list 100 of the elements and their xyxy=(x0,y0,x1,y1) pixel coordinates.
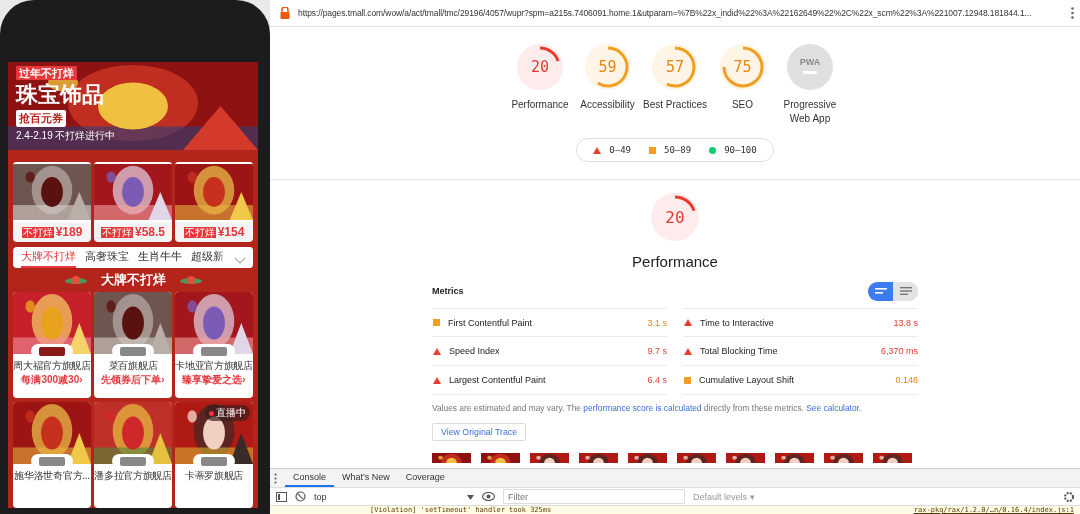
store-name: 施华洛世奇官方... xyxy=(14,469,90,483)
score-arc xyxy=(539,46,560,62)
settings-icon[interactable] xyxy=(1064,491,1074,502)
metric-name: Speed Index xyxy=(449,346,501,356)
coupon-label[interactable]: 抢百元券 xyxy=(16,110,66,127)
score-value: 20 xyxy=(665,207,685,227)
lines-icon xyxy=(874,288,887,294)
store-card[interactable]: 施华洛世奇官方... xyxy=(13,402,91,508)
price-tag: 不打烊 xyxy=(101,226,133,238)
triangle-icon xyxy=(684,347,692,355)
eye-icon[interactable] xyxy=(482,492,495,501)
context-select[interactable]: top xyxy=(314,491,474,502)
banner-tag: 过年不打烊 xyxy=(16,66,77,80)
lines-icon xyxy=(899,287,912,295)
metric-value: 6.4 s xyxy=(647,375,667,385)
store-card[interactable]: 潘多拉官方旗舰店 xyxy=(94,402,172,508)
metric-value: 3.1 s xyxy=(647,317,667,328)
square-icon xyxy=(684,376,691,384)
score-value: 75 xyxy=(733,58,752,76)
triangle-icon xyxy=(433,376,441,384)
brand-logo-icon xyxy=(39,456,65,466)
score-value: 20 xyxy=(530,58,550,76)
metric-name: First Contentful Paint xyxy=(448,317,534,328)
score-arc xyxy=(666,46,696,88)
metrics-note: Values are estimated and may vary. The performance score is calculated directly from these metrics. See calculator. xyxy=(432,403,863,413)
category-tab[interactable]: 超级新 xyxy=(191,247,224,268)
category-tab[interactable]: 高奢珠宝 xyxy=(85,247,129,268)
triangle-icon xyxy=(433,347,441,355)
product-card[interactable]: 不打烊 ¥189 xyxy=(13,162,91,242)
category-label[interactable]: Accessibility xyxy=(580,98,635,112)
metric-value: 9.7 s xyxy=(647,346,667,356)
score-value: 59 xyxy=(598,58,617,76)
product-price: ¥58.5 xyxy=(135,225,165,239)
product-card[interactable]: 不打烊 ¥154 xyxy=(175,162,253,242)
devtools-tab[interactable]: What's New xyxy=(334,469,398,487)
sidebar-icon[interactable] xyxy=(276,491,287,502)
lantern-icon xyxy=(179,274,202,285)
product-card[interactable]: 不打烊 ¥58.5 xyxy=(94,162,172,242)
score-link[interactable]: performance score is calculated xyxy=(583,403,702,413)
store-name: 潘多拉官方旗舰店 xyxy=(94,469,172,483)
brand-logo-icon xyxy=(39,346,65,356)
store-promo[interactable]: 先领券后下单› xyxy=(101,373,165,387)
banner-subtitle: 2.4-2.19 不打烊进行中 xyxy=(16,129,116,143)
pwa-badge-text: PWA xyxy=(799,56,821,67)
score-arc xyxy=(674,195,696,212)
triangle-icon xyxy=(684,319,692,326)
store-name: 卡蒂罗旗舰店 xyxy=(184,469,244,483)
category-label[interactable]: SEO xyxy=(731,98,754,112)
score-value: 57 xyxy=(665,58,685,76)
banner-title: 珠宝饰品 xyxy=(16,82,104,108)
section-title: 大牌不打烊 xyxy=(100,270,166,289)
category-label[interactable]: Progressive Web App xyxy=(776,98,844,126)
block-icon[interactable] xyxy=(295,491,306,502)
metric-name: Time to Interactive xyxy=(700,317,775,328)
brand-logo-icon xyxy=(120,456,146,466)
price-tag: 不打烊 xyxy=(183,226,216,238)
lock-icon[interactable] xyxy=(280,7,290,19)
metric-name: Cumulative Layout Shift xyxy=(699,375,796,385)
devtools-tab[interactable]: Coverage xyxy=(397,469,453,487)
circle-icon xyxy=(709,146,717,154)
store-card[interactable]: 卡地亚官方旗舰店 臻享挚爱之选› xyxy=(175,292,253,398)
legend-range: 90–100 xyxy=(724,145,757,155)
brand-logo-icon xyxy=(120,346,146,356)
square-icon xyxy=(433,319,440,326)
lantern-icon xyxy=(64,274,87,285)
calculator-link[interactable]: See calculator. xyxy=(806,403,862,413)
score-arc xyxy=(596,46,628,88)
store-name: 卡地亚官方旗舰店 xyxy=(175,359,253,373)
legend-range: 0–49 xyxy=(609,145,632,155)
devtools-tab[interactable]: Console xyxy=(285,469,335,487)
section-heading: Performance xyxy=(632,253,718,270)
store-card[interactable]: 菜百旗舰店 先领券后下单› xyxy=(94,292,172,398)
caret-icon xyxy=(467,494,474,500)
metric-name: Total Blocking Time xyxy=(700,346,779,356)
compact-view-toggle[interactable] xyxy=(868,281,893,301)
more-icon[interactable] xyxy=(1071,7,1074,19)
product-price: ¥154 xyxy=(217,225,245,239)
brand-logo-icon xyxy=(201,346,227,356)
category-label[interactable]: Best Practices xyxy=(643,98,707,112)
filter-field[interactable]: Filter xyxy=(503,489,685,504)
metric-value: 6,370 ms xyxy=(880,346,918,356)
metric-value: 0.148 xyxy=(895,375,918,385)
store-card[interactable]: 周大福官方旗舰店 每满300减30› xyxy=(13,292,91,398)
store-promo[interactable]: 臻享挚爱之选› xyxy=(182,373,246,387)
view-trace-button[interactable]: View Original Trace xyxy=(432,423,527,441)
store-name: 周大福官方旗舰店 xyxy=(13,359,91,373)
legend-range: 50–89 xyxy=(664,145,692,155)
brand-logo-icon xyxy=(201,456,227,466)
product-price: ¥189 xyxy=(55,225,83,239)
metric-value: 13.8 s xyxy=(893,317,918,328)
store-promo[interactable]: 每满300减30› xyxy=(21,373,83,387)
store-card[interactable]: 直播中 卡蒂罗旗舰店 xyxy=(175,402,253,508)
metric-name: Largest Contentful Paint xyxy=(449,375,547,385)
store-name: 菜百旗舰店 xyxy=(108,359,158,373)
metrics-heading: Metrics xyxy=(432,286,464,296)
category-label[interactable]: Performance xyxy=(511,98,569,112)
page-url: https://pages.tmall.com/wow/a/act/tmall/tmc/29196/4057/wupr?spm=a215s.7406091.home.1&utparam=%7B%22x_indid%22%3A%22162649%22%2C%22x_scm%22%3A%221007.12948.181844.1... xyxy=(298,8,1033,18)
category-tab[interactable]: 大牌不打烊 xyxy=(21,247,76,268)
square-icon xyxy=(649,146,657,154)
category-tab[interactable]: 生肖牛牛 xyxy=(138,247,182,268)
